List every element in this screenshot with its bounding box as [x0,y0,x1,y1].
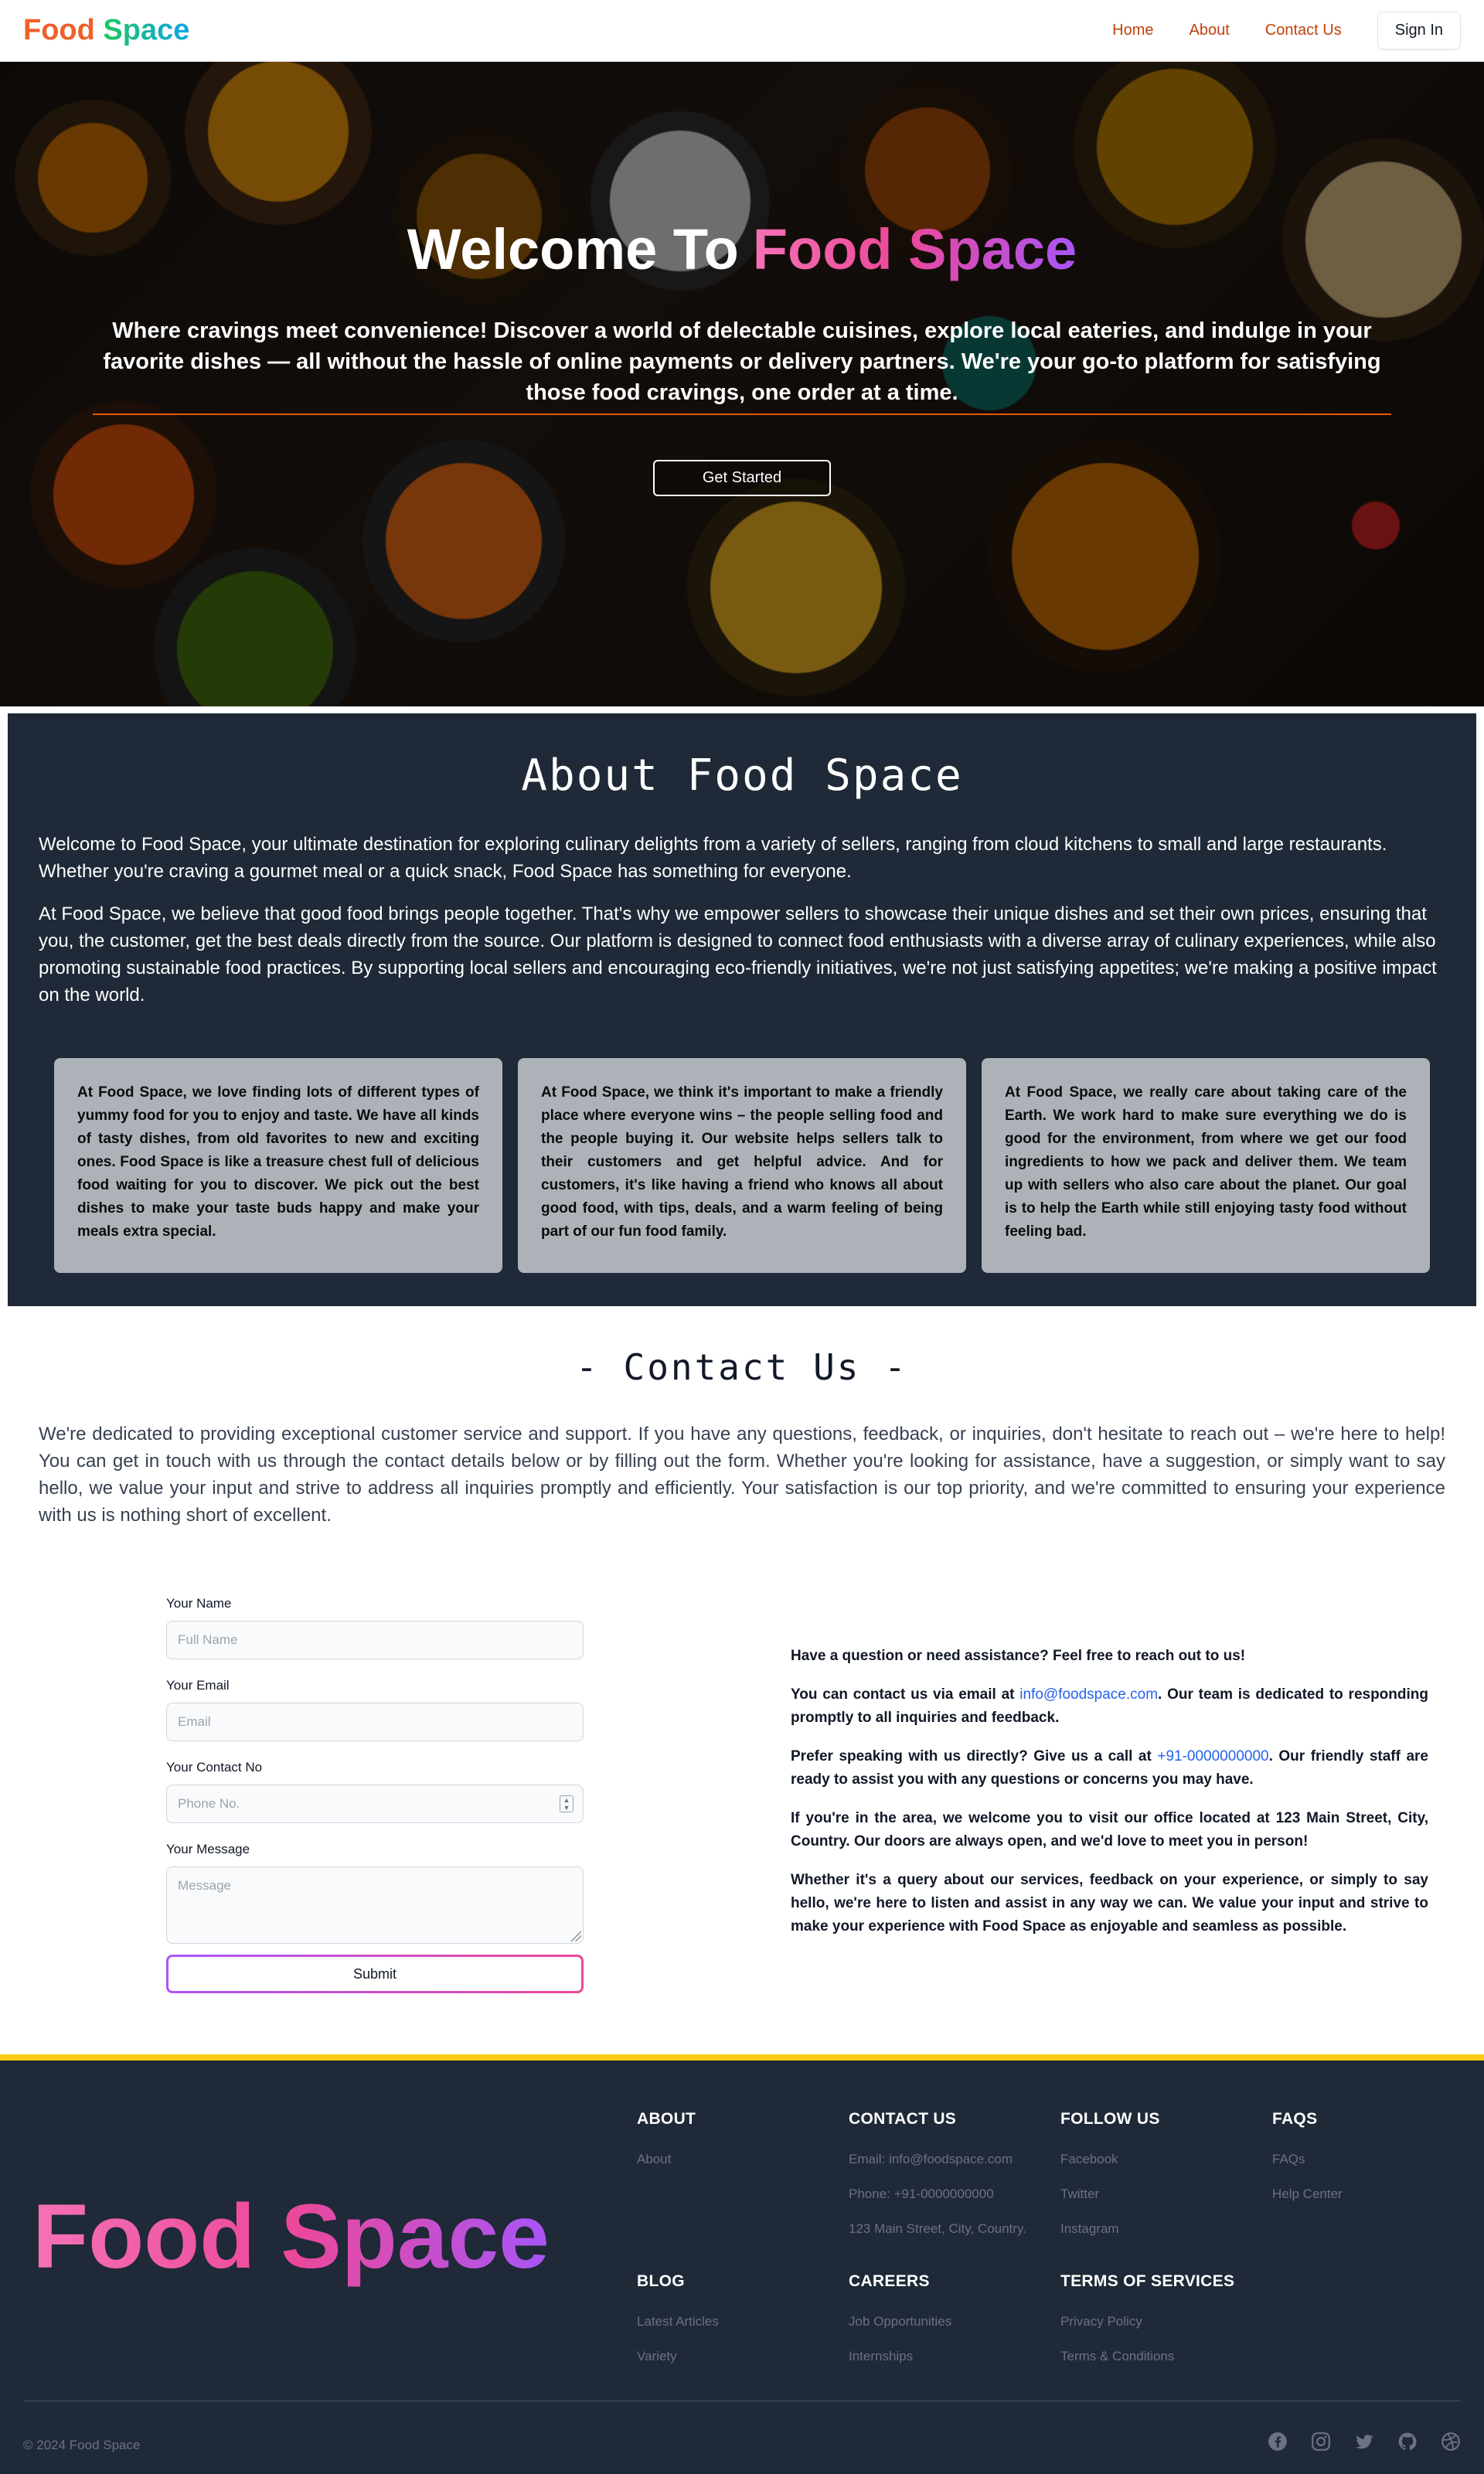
phone-label: Your Contact No [166,1760,263,1775]
contact-intro: We're dedicated to providing exceptional… [39,1424,1445,1526]
contact-title: - Contact Us - [576,1346,908,1388]
dribbble-icon[interactable] [1441,2431,1461,2452]
footer-col-terms: TERMS OF SERVICES Privacy Policy Terms &… [1060,2272,1261,2384]
hero-title-prefix: Welcome To [407,217,739,281]
footer-link[interactable]: Internships [849,2349,1050,2368]
footer-link[interactable]: Latest Articles [637,2314,838,2333]
social-links [1268,2431,1461,2452]
get-started-button[interactable]: Get Started [653,460,831,496]
footer-heading: BLOG [637,2272,685,2290]
footer-heading: ABOUT [637,2110,696,2128]
email-label: Your Email [166,1678,230,1693]
about-title: About Food Space [521,750,963,801]
about-card-sustainability: At Food Space, we really care about taki… [982,1058,1430,1273]
footer-link[interactable]: FAQs [1272,2152,1473,2171]
footer-col-about: ABOUT About [637,2110,838,2186]
name-input[interactable]: Full Name [166,1621,584,1659]
footer-link[interactable]: Privacy Policy [1060,2314,1261,2333]
about-card-community: At Food Space, we think it's important t… [518,1058,966,1273]
contact-info-phone: Prefer speaking with us directly? Give u… [791,1745,1428,1792]
footer-link[interactable]: Help Center [1272,2186,1473,2206]
hero-content: Welcome To Food Space Where cravings meet… [0,62,1484,706]
footer-link[interactable]: Job Opportunities [849,2314,1050,2333]
nav-link-about[interactable]: About [1190,22,1230,39]
footer-col-careers: CAREERS Job Opportunities Internships [849,2272,1050,2384]
footer-heading: FAQS [1272,2110,1318,2128]
site-logo[interactable]: Food Space [23,14,189,47]
logo-word-space: Space [103,14,190,46]
hero-section: Welcome To Food Space Where cravings meet… [0,62,1484,706]
hero-divider [93,413,1391,415]
footer-link[interactable]: Facebook [1060,2152,1261,2171]
about-paragraph-2: At Food Space, we believe that good food… [39,904,1437,1006]
contact-info-intro: Have a question or need assistance? Feel… [791,1648,1246,1664]
contact-phone-link[interactable]: +91-0000000000 [1157,1748,1268,1764]
hero-title-brand: Food Space [752,217,1077,281]
hero-subtitle: Where cravings meet convenience! Discove… [103,318,1381,405]
footer-link[interactable]: Phone: +91-0000000000 [849,2186,1050,2206]
nav-links: Home About Contact Us Sign In [1112,12,1461,49]
message-label: Your Message [166,1842,250,1856]
name-label: Your Name [166,1596,232,1611]
contact-info-closing: Whether it's a query about our services,… [791,1872,1428,1935]
about-paragraph-1: Welcome to Food Space, your ultimate des… [39,834,1387,882]
footer-link[interactable]: About [637,2152,838,2171]
footer-link[interactable]: 123 Main Street, City, Country. [849,2221,1050,2241]
footer-col-faqs: FAQS FAQs Help Center [1272,2110,1473,2221]
contact-email-text: You can contact us via email at [791,1686,1020,1703]
footer-link[interactable]: Terms & Conditions [1060,2349,1261,2368]
contact-phone-text: Prefer speaking with us directly? Give u… [791,1748,1158,1764]
contact-info-email: You can contact us via email at info@foo… [791,1683,1428,1730]
footer-link[interactable]: Instagram [1060,2221,1261,2241]
footer-heading: TERMS OF SERVICES [1060,2272,1235,2290]
resize-handle-icon[interactable] [570,1931,581,1941]
copyright: © 2024 Food Space [23,2438,141,2452]
submit-button[interactable]: Submit [166,1955,584,1993]
about-section: About Food Space Welcome to Food Space, … [8,713,1476,1306]
footer-col-blog: BLOG Latest Articles Variety [637,2272,838,2384]
navbar: Food Space Home About Contact Us Sign In [0,0,1484,62]
contact-info-address: If you're in the area, we welcome you to… [791,1810,1428,1850]
nav-link-contact[interactable]: Contact Us [1265,22,1342,39]
hero-title: Welcome To Food Space [0,216,1484,282]
sign-in-button[interactable]: Sign In [1377,12,1461,49]
footer-heading: CAREERS [849,2272,930,2290]
footer-col-follow: FOLLOW US Facebook Twitter Instagram [1060,2110,1261,2256]
contact-form: Your Name Full Name Your Email Email You… [166,1596,584,1993]
footer-logo[interactable]: Food Space [32,2184,550,2289]
footer-heading: FOLLOW US [1060,2110,1160,2128]
logo-word-food: Food [23,14,95,46]
phone-stepper-icon[interactable]: ▲ ▼ [560,1795,574,1812]
footer-heading: CONTACT US [849,2110,957,2128]
footer-link[interactable]: Email: info@foodspace.com [849,2152,1050,2171]
phone-placeholder: Phone No. [178,1796,240,1811]
facebook-icon[interactable] [1268,2431,1288,2452]
message-textarea[interactable]: Message [166,1867,584,1944]
about-card-variety: At Food Space, we love finding lots of d… [54,1058,502,1273]
twitter-icon[interactable] [1354,2431,1374,2452]
footer-link[interactable]: Twitter [1060,2186,1261,2206]
email-input[interactable]: Email [166,1703,584,1741]
instagram-icon[interactable] [1311,2431,1331,2452]
footer-link[interactable]: Variety [637,2349,838,2368]
contact-info: Have a question or need assistance? Feel… [791,1645,1428,1954]
contact-email-link[interactable]: info@foodspace.com [1019,1686,1158,1703]
about-cards: At Food Space, we love finding lots of d… [54,1058,1430,1273]
footer: Food Space ABOUT About CONTACT US Email:… [0,2054,1484,2474]
github-icon[interactable] [1397,2431,1418,2452]
nav-link-home[interactable]: Home [1112,22,1153,39]
message-placeholder: Message [178,1878,231,1893]
footer-col-contact: CONTACT US Email: info@foodspace.com Pho… [849,2110,1050,2256]
phone-input[interactable]: Phone No. ▲ ▼ [166,1785,584,1823]
